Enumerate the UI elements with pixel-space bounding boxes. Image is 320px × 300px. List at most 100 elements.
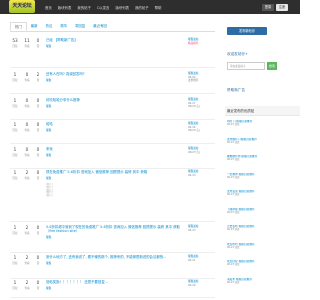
tab-no-reply[interactable]: 零回复 xyxy=(71,22,89,31)
topic-views-stat: 0 查看 xyxy=(22,98,32,108)
nav-item[interactable]: 版块列表 xyxy=(58,5,72,10)
topic-replies-count: 1 xyxy=(13,255,17,260)
topic-title-link[interactable]: 5-6折扣超平就到了现在的免费推广 5-6折扣 咨询加入 微信推荐 回顾提示 装… xyxy=(46,225,184,233)
topic-title-link[interactable]: 现在免费推广 5-6折扣 咨询加入 微信推荐 回顾提示 装修 其中 获取 xyxy=(46,170,184,174)
topic-votes-stat: 2赞 xyxy=(33,72,43,82)
topic-title-link[interactable]: 到什么地方了, 还有我说了, 看不懂的那个, 推荐来的, 不能够是新说的会议都快… xyxy=(46,255,184,259)
topic-title-link[interactable]: 哈哈 xyxy=(46,122,184,126)
topic-row[interactable]: 1 回复 0 查看 2 赞还有人在吗? 真诚回答吗? 猴猴 猴猴发帖 08-04 这里推荐 xyxy=(10,72,215,94)
topic-body: 哈哈 猴猴 xyxy=(46,122,184,132)
topic-title-link[interactable]: 回帖奖励！！！！！！！ 还是不要回复... xyxy=(46,280,184,284)
topic-replies-stat: 1 回复 xyxy=(10,72,20,82)
topic-author[interactable]: 猴猴 xyxy=(46,286,184,290)
topic-author[interactable]: 猴猴 xyxy=(46,153,184,157)
topic-body: 还有人在吗? 真诚回答吗? 猴猴 xyxy=(46,72,184,82)
topic-meta: 猴猴发帖 06-23 xyxy=(188,225,216,232)
topic-body: 回帖奖励！！！！！！！ 还是不要回复... 猴猴 xyxy=(46,280,184,290)
topic-author[interactable]: 猴猴 xyxy=(46,176,184,180)
topic-replies-stat: 53 回复 xyxy=(10,38,20,48)
topic-views-count: 2 xyxy=(25,255,29,260)
search-input[interactable]: 请在此发帖子 xyxy=(227,62,265,70)
hot-post-item[interactable]: 这里发现 猴猴回复推荐 06-23 回复 xyxy=(227,190,297,196)
topic-row[interactable]: 1 回复 0 查看 0 赞哈哈 猴猴 猴猴发帖 06-26 06/27(五) xyxy=(10,122,215,144)
topic-votes-stat: 0赞 xyxy=(33,147,43,157)
topic-replies-label: 回复 xyxy=(12,287,18,290)
topic-author[interactable]: 猴猴 xyxy=(46,78,184,82)
topic-votes-stat: 0赞 xyxy=(33,225,43,235)
login-button[interactable]: 登录 xyxy=(262,4,274,11)
sponsor-title: 赞助商广告 xyxy=(227,88,245,92)
topic-title-link[interactable]: 来玩 xyxy=(46,147,184,151)
hot-post-meta: 06-23 回复 xyxy=(227,175,240,179)
tab-featured[interactable]: 精华 xyxy=(56,22,71,31)
topic-body: 已经 【帮助新广告】 猴猴 xyxy=(46,38,184,48)
topic-views-stat: 0 查看 xyxy=(22,122,32,132)
topic-views-count: 0 xyxy=(25,147,29,152)
topic-replies-stat: 1 回复 xyxy=(10,255,20,265)
topic-views-count: 0 xyxy=(25,72,29,77)
nav-item[interactable]: C以发言 xyxy=(97,5,110,10)
topic-views-label: 查看 xyxy=(24,177,30,180)
hot-post-item[interactable]: 推推推荐你 猴猴回复推荐 06-23 回复 xyxy=(227,155,297,161)
topic-body: 现在免费推广 5-6折扣 咨询加入 微信推荐 回顾提示 装修 其中 获取 猴猴 xyxy=(46,170,184,180)
topic-views-label: 查看 xyxy=(24,262,30,265)
nav-item[interactable]: 版块列表 xyxy=(115,5,129,10)
nav-item[interactable]: 首页 xyxy=(45,5,52,10)
tab-discussed[interactable]: 热议 xyxy=(42,22,57,31)
topic-body: 来玩 猴猴 xyxy=(46,147,184,157)
hot-post-item[interactable]: 一招教你 猴猴回复推荐 06-23 回复 xyxy=(227,173,297,179)
tab-hot[interactable]: 热门 xyxy=(10,22,27,31)
topic-row[interactable]: 1 回复 2 查看 0 赞回帖奖励！！！！！！！ 还是不要回复... 猴猴 猴猴发帖 06-20 xyxy=(10,280,215,298)
nav-item[interactable]: 我的帖子 xyxy=(77,5,91,10)
register-button[interactable]: 注册 xyxy=(276,4,288,11)
topic-row[interactable]: 1 回复 2 查看 0 赞到什么地方了, 还有我说了, 看不懂的那个, 推荐来的, 不能够… xyxy=(10,255,215,279)
topic-votes-stat: 0赞 xyxy=(33,98,43,108)
tab-latest[interactable]: 最新 xyxy=(27,22,42,31)
topic-row[interactable]: 1 回复 0 查看 0 赞嘻嘻哈哈分享什么推荐 猴猴 猴猴发帖 06-27 06/27(五) xyxy=(10,98,215,120)
topic-row[interactable]: 1 回复 2 查看 0 赞 5-6折扣超平就到了现在的免费推广 5-6折扣 咨询加入 微信推… xyxy=(10,225,215,253)
topic-views-label: 查看 xyxy=(24,105,30,108)
topic-replies-stat: 1 回复 xyxy=(10,280,20,290)
image-placeholder-line: [图片] xyxy=(46,194,53,198)
topic-votes-stat: 0赞 xyxy=(33,255,43,265)
hot-post-item[interactable]: 这里推荐(-)猴猴回复推荐 06-23 回复 xyxy=(227,138,297,144)
search-button[interactable]: 搜索 xyxy=(267,62,277,70)
hot-posts-heading: 最近发布的优质贴 xyxy=(225,106,300,116)
topic-replies-count: 1 xyxy=(13,98,17,103)
hot-post-item[interactable]: 欢迎哈哈 猴猴回复推荐 06-23 回复 xyxy=(227,243,297,249)
topic-row[interactable]: 1 回复 2 查看 0 赞现在免费推广 5-6折扣 咨询加入 微信推荐 回顾提示 装修 其… xyxy=(10,170,215,222)
hot-post-meta: 06-23 回复 xyxy=(227,123,240,127)
topic-author[interactable]: 猴猴 xyxy=(46,44,184,48)
topic-title-link[interactable]: 已经 【帮助新广告】 xyxy=(46,38,184,42)
topic-body: 嘻嘻哈哈分享什么推荐 猴猴 xyxy=(46,98,184,108)
new-post-button[interactable]: 发布新帖@ xyxy=(227,27,267,35)
hot-post-item[interactable]: 哈哈 (-)猴猴回复推荐 06-23 回复 xyxy=(227,120,297,126)
site-logo[interactable]: 天天论坛 xyxy=(9,0,35,13)
nav-item[interactable]: 我的帖子 xyxy=(135,5,149,10)
hot-post-item[interactable]: 飞猪帮助 猴猴回复推荐 06-23 回复 xyxy=(227,208,297,214)
topic-row[interactable]: 53 回复 11 查看 0 赞已经 【帮助新广告】 猴猴 猴猴发帖 精品推荐 xyxy=(10,38,215,68)
topic-replies-label: 回复 xyxy=(12,262,18,265)
topic-author[interactable]: 猴猴 xyxy=(46,128,184,132)
topic-replies-label: 回复 xyxy=(12,177,18,180)
topic-replies-label: 回复 xyxy=(12,105,18,108)
topic-author[interactable]: 猴猴 xyxy=(46,104,184,108)
topic-replies-label: 回复 xyxy=(12,154,18,157)
topic-meta: 猴猴发帖 06/27(五) xyxy=(188,147,216,154)
topic-votes-label: 赞 xyxy=(36,129,40,132)
topic-row[interactable]: 1 回复 0 查看 0 赞来玩 猴猴 猴猴发帖 06/27(五) xyxy=(10,147,215,169)
hot-post-meta: 06-23 回复 xyxy=(227,140,240,144)
topic-author[interactable]: 猴猴 xyxy=(46,235,184,239)
nav-item[interactable]: 帮助 xyxy=(155,5,162,10)
topic-author[interactable]: 猴猴 xyxy=(46,261,184,265)
hot-post-item[interactable]: 请发布 猴猴回复推荐 06-23 回复 xyxy=(227,278,297,284)
hot-post-meta: 06-23 回复 xyxy=(227,280,240,284)
topic-title-link[interactable]: 嘻嘻哈哈分享什么推荐 xyxy=(46,98,184,102)
hot-post-item[interactable]: 点击发布 猴猴回复推荐 06-23 回复 xyxy=(227,225,297,231)
topic-views-label: 查看 xyxy=(24,79,30,82)
tab-recent-reply[interactable]: 最近有回 xyxy=(89,22,111,31)
user-title[interactable]: 欢迎发帖@+ xyxy=(227,52,248,57)
topic-title-link[interactable]: 还有人在吗? 真诚回答吗? xyxy=(46,72,184,76)
topic-meta3: 这里推荐 xyxy=(188,79,199,83)
hot-post-item[interactable]: 欢迎回复 猴猴回复推荐 06-23 回复 xyxy=(227,260,297,266)
